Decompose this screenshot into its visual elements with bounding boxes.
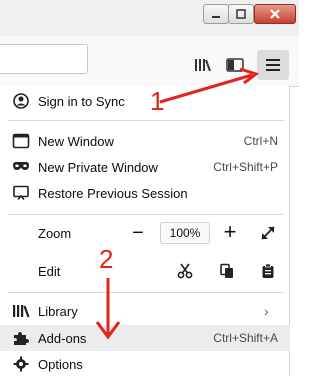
- annotation-step-2: 2: [99, 244, 114, 274]
- annotation-overlay: [95, 67, 260, 340]
- arrow-1-shaft: [159, 73, 253, 104]
- annotation-step-1: 1: [150, 86, 165, 116]
